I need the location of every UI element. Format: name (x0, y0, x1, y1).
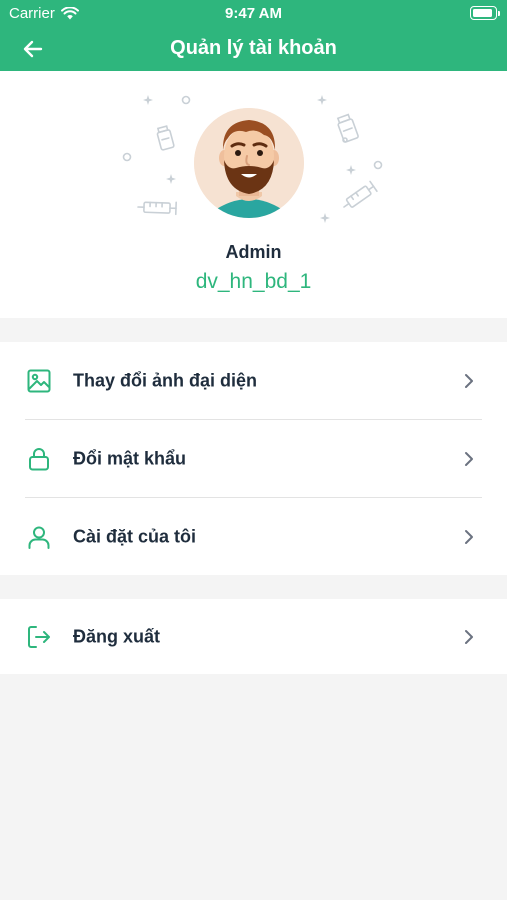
logout-group: Đăng xuất (0, 599, 507, 674)
profile-name: Admin (225, 242, 282, 262)
user-icon (28, 526, 50, 549)
battery-icon (470, 6, 500, 20)
chevron-right-icon (465, 629, 473, 644)
battery-level (473, 9, 492, 17)
chevron-right-icon (465, 529, 473, 544)
avatar[interactable] (194, 108, 304, 218)
logout-icon (28, 625, 50, 648)
menu-item-label: Cài đặt của tôi (73, 526, 197, 546)
account-menu: Thay đổi ảnh đại diện Đổi mật khẩu Cài đ… (0, 342, 507, 575)
lock-icon (29, 447, 49, 470)
app-header: Carrier 9:47 AM Quản lý tài khoản (0, 0, 507, 71)
page-title: Quản lý tài khoản (170, 37, 337, 59)
menu-item-my-settings[interactable]: Cài đặt của tôi (0, 498, 507, 575)
user-avatar-illustration (194, 108, 304, 218)
profile-username: dv_hn_bd_1 (195, 270, 312, 293)
logout-button[interactable]: Đăng xuất (0, 599, 507, 674)
chevron-right-icon (465, 373, 473, 388)
profile-card: Admin dv_hn_bd_1 (0, 71, 507, 318)
logout-label: Đăng xuất (73, 626, 161, 646)
status-time: 9:47 AM (225, 5, 282, 22)
back-button[interactable] (18, 34, 48, 64)
image-icon (27, 369, 51, 392)
status-bar: Carrier 9:47 AM (0, 0, 507, 28)
menu-item-change-password[interactable]: Đổi mật khẩu (0, 420, 507, 497)
arrow-left-icon (23, 40, 43, 58)
menu-item-label: Đổi mật khẩu (73, 448, 187, 468)
chevron-right-icon (465, 451, 473, 466)
menu-item-change-avatar[interactable]: Thay đổi ảnh đại diện (0, 342, 507, 419)
menu-item-label: Thay đổi ảnh đại diện (73, 370, 258, 390)
